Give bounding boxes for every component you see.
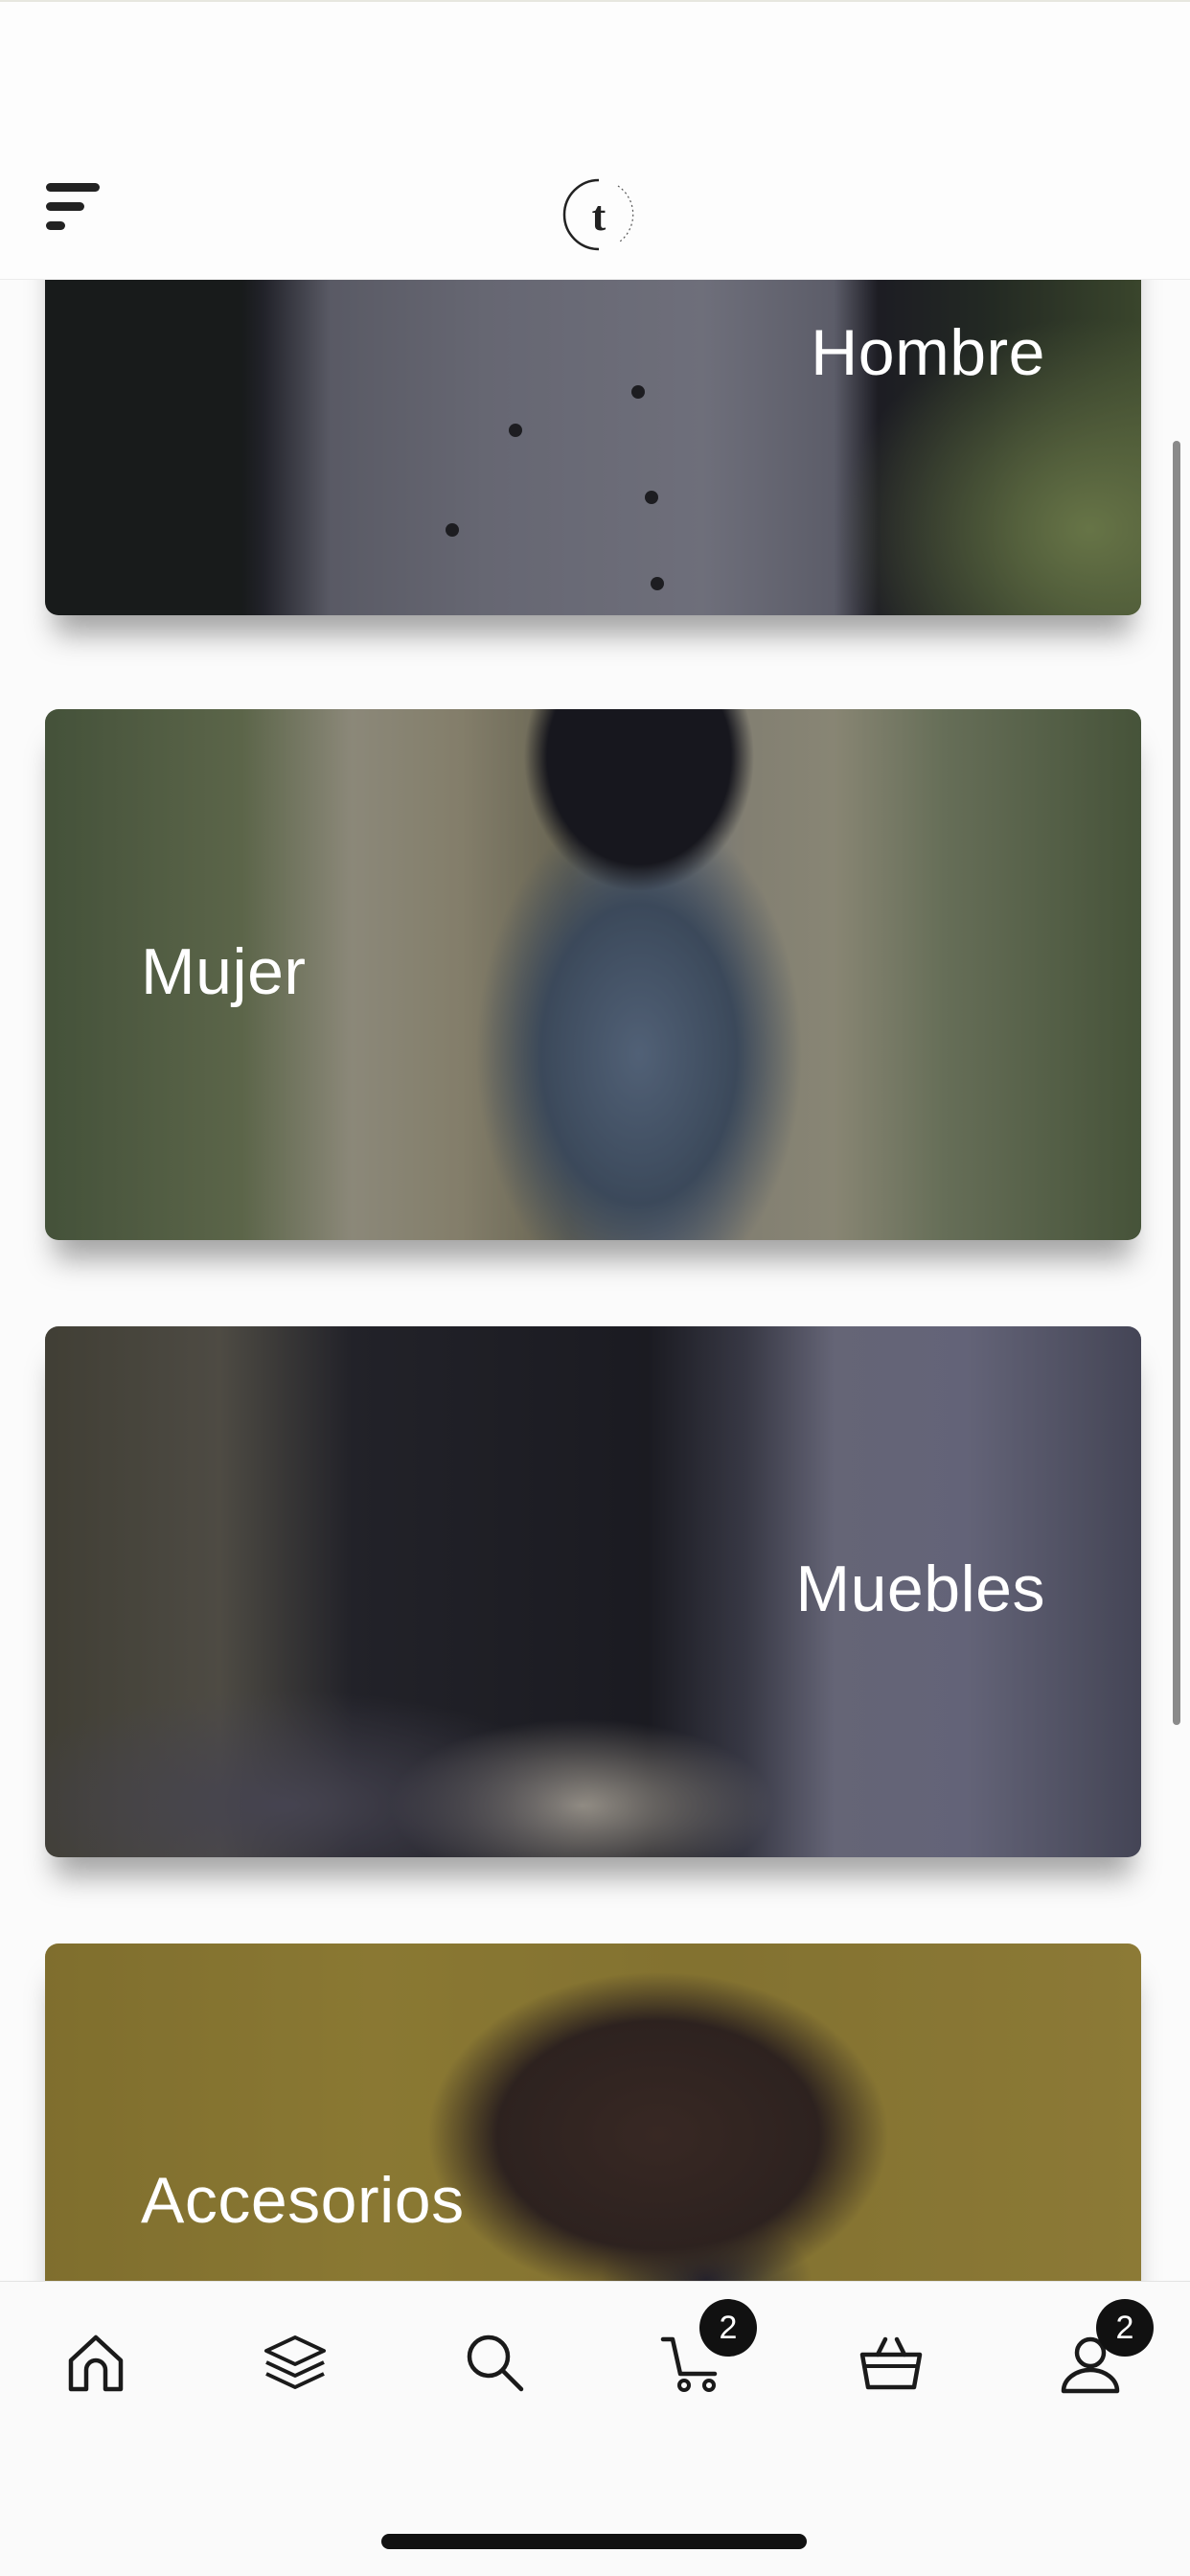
app-header: t	[0, 0, 1190, 280]
category-label: Accesorios	[141, 2164, 465, 2237]
brand-logo[interactable]: t	[561, 176, 637, 253]
profile-badge: 2	[1096, 2299, 1154, 2357]
category-list: Hombre Mujer Muebles Accesorios	[0, 280, 1190, 2281]
category-label: Muebles	[795, 1552, 1045, 1625]
svg-text:t: t	[592, 193, 606, 240]
cart-badge: 2	[699, 2299, 757, 2357]
scrollbar[interactable]	[1173, 441, 1180, 1725]
category-card-muebles[interactable]: Muebles	[45, 1326, 1141, 1857]
layers-icon	[264, 2335, 326, 2389]
search-icon	[467, 2334, 524, 2392]
category-card-accesorios[interactable]: Accesorios	[45, 1944, 1141, 2281]
basket-icon	[859, 2336, 923, 2390]
tab-home[interactable]	[50, 2316, 142, 2408]
tab-basket[interactable]	[845, 2316, 937, 2408]
tab-search[interactable]	[448, 2316, 540, 2408]
tab-profile[interactable]: 2	[1044, 2299, 1154, 2408]
home-indicator	[381, 2534, 807, 2549]
tab-categories[interactable]	[249, 2316, 341, 2408]
menu-icon[interactable]	[46, 180, 103, 238]
category-label: Mujer	[141, 935, 307, 1008]
home-icon	[68, 2334, 124, 2392]
bottom-tab-bar: 2 2	[0, 2281, 1190, 2576]
tab-cart[interactable]: 2	[648, 2299, 757, 2408]
category-card-hombre[interactable]: Hombre	[45, 280, 1141, 615]
category-card-mujer[interactable]: Mujer	[45, 709, 1141, 1240]
category-label: Hombre	[811, 316, 1045, 389]
